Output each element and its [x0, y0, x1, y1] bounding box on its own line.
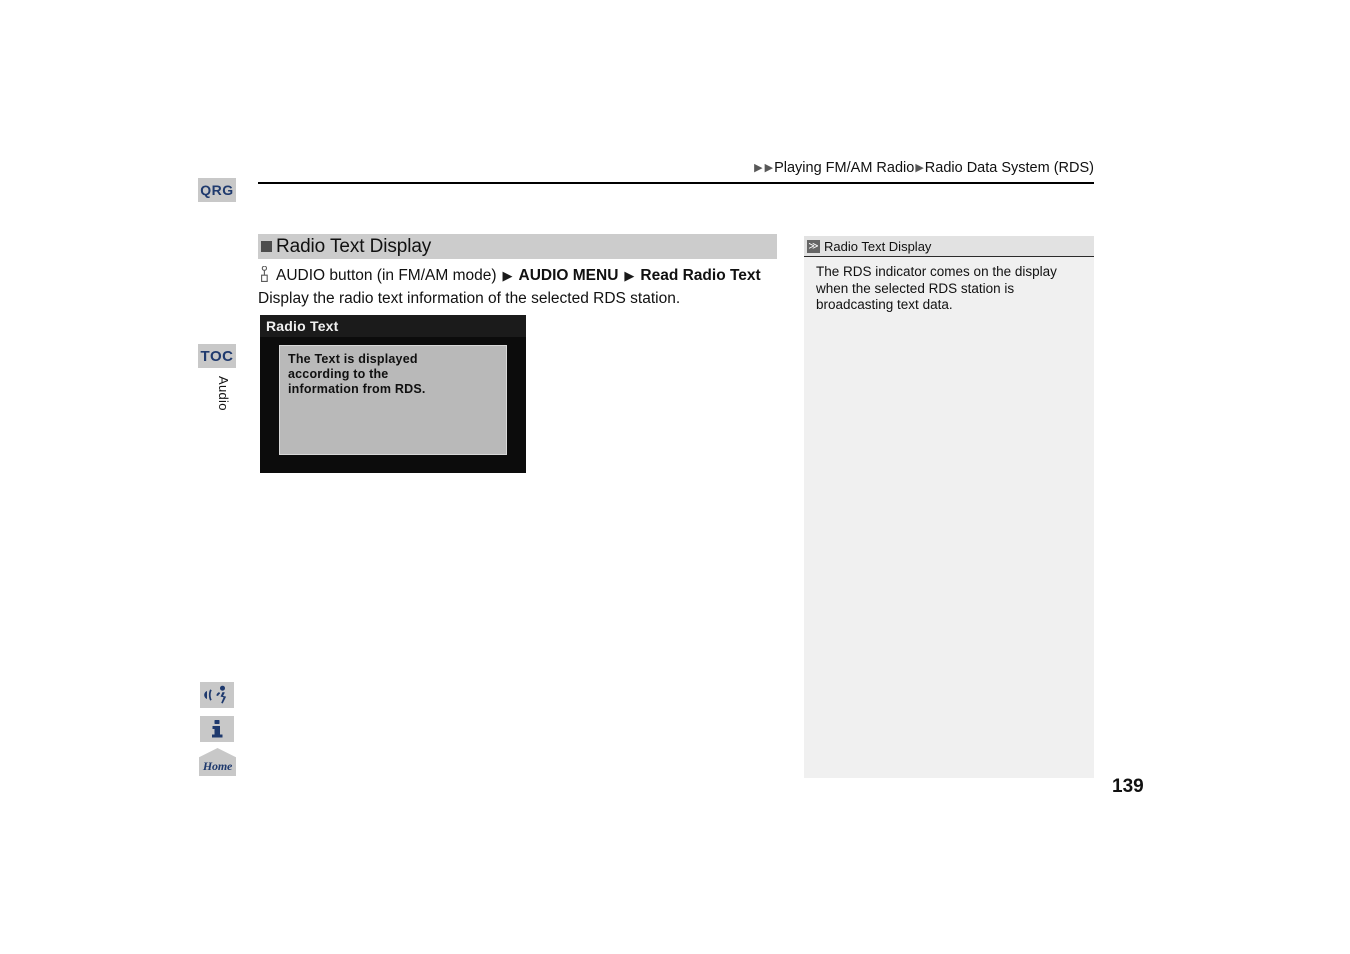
chapter-tab-label: Audio: [216, 376, 231, 411]
device-title-bar: Radio Text: [260, 315, 526, 337]
breadcrumb: ▶ ▶Playing FM/AM Radio▶Radio Data System …: [753, 160, 1094, 176]
left-navigation-rail: QRG TOC Audio Home: [198, 178, 242, 778]
sidebar-note-body: The RDS indicator comes on the display w…: [816, 264, 1057, 312]
breadcrumb-arrow-icon: ▶: [764, 162, 774, 174]
device-screenshot-radio-text: Radio Text The Text is displayed accordi…: [260, 315, 526, 473]
double-chevron-icon: ≫: [807, 239, 820, 253]
section-heading-label: Radio Text Display: [276, 235, 432, 257]
toc-button-label: TOC: [200, 347, 234, 365]
information-icon: [212, 720, 223, 738]
device-title-label: Radio Text: [266, 318, 339, 334]
device-text-content: The Text is displayed according to the i…: [288, 352, 500, 397]
breadcrumb-segment-radio-data-system[interactable]: Radio Data System (RDS): [925, 160, 1094, 176]
device-text-line-3: information from RDS.: [288, 382, 426, 396]
sidebar-note-title: Radio Text Display: [824, 238, 932, 254]
chapter-tab-audio[interactable]: Audio: [203, 376, 231, 411]
command-path: AUDIO button (in FM/AM mode) ▶ AUDIO MEN…: [258, 263, 761, 285]
sidebar-note-header: ≫ Radio Text Display: [804, 236, 1094, 257]
voice-command-icon: [204, 685, 227, 704]
qrg-button[interactable]: QRG: [198, 178, 236, 202]
home-button[interactable]: Home: [199, 748, 236, 776]
qrg-button-label: QRG: [200, 182, 234, 198]
command-step-audio-button: AUDIO button (in FM/AM mode): [276, 267, 497, 284]
device-text-line-2: according to the: [288, 367, 389, 381]
home-button-label: Home: [202, 759, 233, 773]
command-step-audio-menu: AUDIO MENU: [518, 267, 619, 284]
device-text-panel: The Text is displayed according to the i…: [279, 345, 507, 455]
device-text-line-1: The Text is displayed: [288, 352, 418, 366]
command-arrow-icon: ▶: [502, 268, 513, 283]
sidebar-note: ≫ Radio Text Display The RDS indicator c…: [804, 236, 1094, 778]
page-number: 139: [1112, 776, 1144, 797]
command-step-read-radio-text: Read Radio Text: [640, 267, 761, 284]
button-press-icon: [258, 265, 272, 283]
breadcrumb-separator-icon: ▶: [915, 162, 924, 174]
toc-button[interactable]: TOC: [198, 344, 236, 368]
voice-command-button[interactable]: [200, 682, 234, 708]
header-divider: [258, 182, 1094, 184]
section-bullet-icon: [261, 241, 272, 252]
information-button[interactable]: [200, 716, 234, 742]
command-arrow-icon: ▶: [624, 268, 635, 283]
breadcrumb-segment-playing-fm-am-radio[interactable]: Playing FM/AM Radio: [774, 160, 914, 176]
section-description: Display the radio text information of th…: [258, 290, 681, 307]
breadcrumb-arrow-icon: ▶: [754, 162, 763, 174]
section-heading: Radio Text Display: [258, 234, 777, 259]
